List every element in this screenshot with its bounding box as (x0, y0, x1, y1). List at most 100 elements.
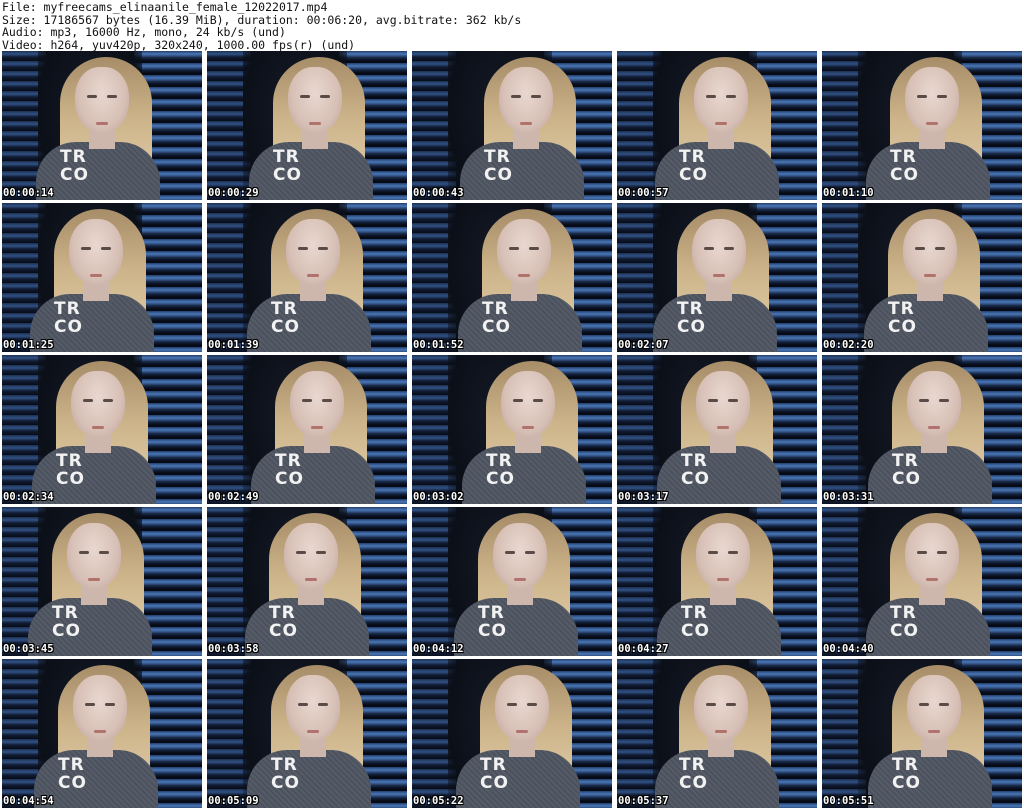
file-info-header: File: myfreecams_elinaanile_female_12022… (0, 0, 1024, 51)
frame-timestamp: 00:02:07 (618, 339, 669, 351)
frame-timestamp: 00:00:14 (3, 187, 54, 199)
right-eye (937, 95, 947, 98)
video-frame-thumbnail: TR CO 00:02:07 (617, 203, 817, 352)
video-frame-thumbnail: TR CO 00:05:37 (617, 659, 817, 808)
mouth (90, 274, 102, 277)
shirt-print-text: TR CO (52, 603, 81, 641)
shirt-print-text: TR CO (482, 299, 511, 337)
left-eye (917, 95, 927, 98)
mouth (715, 122, 727, 125)
video-frame-thumbnail: TR CO 00:02:20 (822, 203, 1022, 352)
mouth (96, 122, 108, 125)
mouth (928, 426, 940, 429)
person-face (75, 67, 129, 133)
person-face (71, 371, 125, 437)
shirt-print-text: TR CO (486, 451, 515, 489)
person-face (499, 67, 553, 133)
left-eye (704, 247, 714, 250)
mouth (516, 730, 528, 733)
video-frame-thumbnail: TR CO 00:03:45 (2, 507, 202, 656)
person-face (497, 219, 551, 285)
mouth (307, 730, 319, 733)
person-face (290, 371, 344, 437)
right-eye (99, 551, 109, 554)
person-face (907, 371, 961, 437)
right-eye (529, 247, 539, 250)
shirt-print-text: TR CO (56, 451, 85, 489)
mouth (717, 426, 729, 429)
frame-timestamp: 00:03:31 (823, 491, 874, 503)
frame-timestamp: 00:03:58 (208, 643, 259, 655)
frame-timestamp: 00:04:54 (3, 795, 54, 807)
person-face (73, 675, 127, 741)
left-eye (706, 95, 716, 98)
person-face (905, 523, 959, 589)
right-eye (527, 703, 537, 706)
video-frame-thumbnail: TR CO 00:05:09 (207, 659, 407, 808)
video-frame-thumbnail: TR CO 00:02:34 (2, 355, 202, 504)
person-face (905, 67, 959, 133)
person-face (692, 219, 746, 285)
video-frame-thumbnail: TR CO 00:01:10 (822, 51, 1022, 200)
right-eye (322, 399, 332, 402)
left-eye (511, 95, 521, 98)
video-frame-thumbnail: TR CO 00:01:39 (207, 203, 407, 352)
shirt-print-text: TR CO (60, 147, 89, 185)
person-face (286, 219, 340, 285)
person-face (286, 675, 340, 741)
right-eye (533, 399, 543, 402)
left-eye (296, 551, 306, 554)
right-eye (939, 399, 949, 402)
right-eye (101, 247, 111, 250)
person-face (694, 67, 748, 133)
file-name-line: File: myfreecams_elinaanile_female_12022… (2, 0, 328, 14)
mouth (926, 578, 938, 581)
video-frame-thumbnail: TR CO 00:03:31 (822, 355, 1022, 504)
right-eye (107, 95, 117, 98)
mouth (514, 578, 526, 581)
shirt-print-text: TR CO (478, 603, 507, 641)
left-eye (83, 399, 93, 402)
left-eye (509, 247, 519, 250)
video-frame-thumbnail: TR CO 00:03:58 (207, 507, 407, 656)
right-eye (525, 551, 535, 554)
frame-timestamp: 00:03:02 (413, 491, 464, 503)
shirt-print-text: TR CO (681, 451, 710, 489)
shirt-print-text: TR CO (54, 299, 83, 337)
left-eye (706, 703, 716, 706)
right-eye (316, 551, 326, 554)
left-eye (708, 399, 718, 402)
frame-timestamp: 00:02:34 (3, 491, 54, 503)
shirt-print-text: TR CO (275, 451, 304, 489)
person-face (903, 219, 957, 285)
shirt-print-text: TR CO (679, 147, 708, 185)
left-eye (300, 95, 310, 98)
left-eye (505, 551, 515, 554)
video-frame-thumbnail: TR CO 00:00:14 (2, 51, 202, 200)
frame-timestamp: 00:03:45 (3, 643, 54, 655)
mouth (717, 578, 729, 581)
frame-timestamp: 00:00:57 (618, 187, 669, 199)
frame-timestamp: 00:04:12 (413, 643, 464, 655)
mouth (307, 274, 319, 277)
mouth (518, 274, 530, 277)
shirt-print-text: TR CO (890, 147, 919, 185)
person-face (501, 371, 555, 437)
video-frame-thumbnail: TR CO 00:00:29 (207, 51, 407, 200)
person-face (907, 675, 961, 741)
frame-timestamp: 00:03:17 (618, 491, 669, 503)
right-eye (935, 247, 945, 250)
mouth (928, 730, 940, 733)
thumbnail-grid: TR CO 00:00:14 TR CO 00:00:29 TR CO 00:00:43 TR CO… (2, 51, 1022, 811)
person-face (288, 67, 342, 133)
mouth (715, 730, 727, 733)
shirt-print-text: TR CO (273, 147, 302, 185)
frame-timestamp: 00:04:27 (618, 643, 669, 655)
shirt-print-text: TR CO (269, 603, 298, 641)
mouth (88, 578, 100, 581)
left-eye (79, 551, 89, 554)
video-frame-thumbnail: TR CO 00:03:17 (617, 355, 817, 504)
left-eye (507, 703, 517, 706)
frame-timestamp: 00:01:52 (413, 339, 464, 351)
right-eye (726, 703, 736, 706)
